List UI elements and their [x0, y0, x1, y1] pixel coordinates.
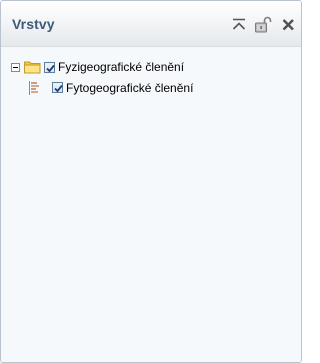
unlock-icon[interactable] — [254, 15, 272, 33]
folder-icon — [24, 60, 42, 77]
tree-node-label[interactable]: Fytogeografické členění — [66, 81, 193, 95]
layer-legend-icon — [27, 80, 43, 99]
collapse-toggle[interactable] — [11, 63, 20, 72]
layer-checkbox[interactable] — [52, 82, 63, 93]
tree-node-fyzigeograficke: Fyzigeografické členění — [11, 60, 271, 76]
panel-header: Vrstvy — [1, 1, 301, 47]
layer-tree: Fyzigeografické členění Fytogeografické … — [1, 47, 301, 362]
tree-node-fytogeograficke: Fytogeografické členění — [27, 80, 277, 96]
layer-checkbox[interactable] — [44, 62, 55, 73]
panel-title: Vrstvy — [12, 16, 55, 32]
tree-node-label[interactable]: Fyzigeografické členění — [58, 60, 184, 74]
close-icon[interactable] — [280, 16, 298, 34]
collapse-up-icon[interactable] — [230, 16, 248, 34]
layers-panel: Vrstvy Fyzigeografické členění Fytogeogr… — [0, 0, 302, 363]
